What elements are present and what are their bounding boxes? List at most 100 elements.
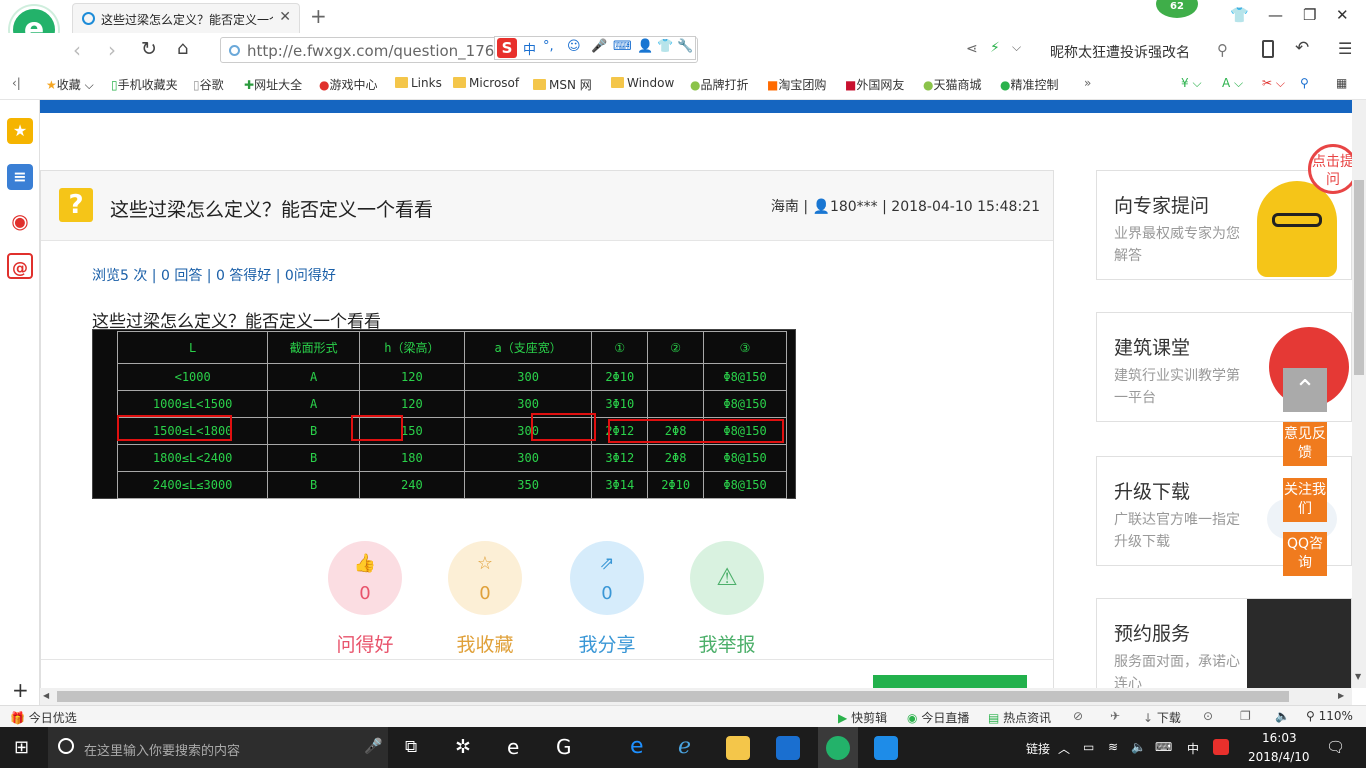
add-sidebar-icon[interactable]: + [12,678,29,702]
keyboard-icon[interactable]: ⌨ [1155,740,1172,754]
punct-icon[interactable]: °, [543,39,554,54]
sound-icon[interactable]: 🔈 [1275,709,1290,723]
status-item[interactable]: ▤ 热点资讯 [988,709,1051,726]
bookmark-item[interactable]: ●精准控制 [1000,76,1059,93]
bookmark-item[interactable]: Links [395,76,442,90]
bookmark-item[interactable]: ●游戏中心 [319,76,378,93]
window-icon[interactable]: ❐ [1240,709,1251,723]
file-explorer-icon[interactable] [726,736,750,760]
volume-icon[interactable]: 🔈 [1131,740,1146,754]
clock-date[interactable]: 2018/4/10 [1248,750,1310,764]
user-icon[interactable]: 👤 [637,39,653,54]
scroll-left-icon[interactable]: ◀ [43,691,49,700]
ask-expert-card[interactable]: 向专家提问 业界最权威专家为您解答 [1096,170,1352,280]
clock-time[interactable]: 16:03 [1262,731,1297,745]
zoom-level[interactable]: ⚲ 110% [1306,709,1353,723]
back-to-top-icon[interactable]: ⌃ [1283,368,1327,412]
pin-icon[interactable]: ✈ [1110,709,1120,723]
bookmark-item[interactable]: MSN 网 [533,76,592,93]
lightning-icon[interactable]: ⚡ [990,40,1000,56]
edge-icon[interactable]: e [630,734,644,759]
bookmark-item[interactable]: ●天猫商城 [923,76,982,93]
scissors-icon[interactable]: ✂ ⌵ [1262,76,1285,91]
answer-button[interactable] [873,675,1027,688]
back-icon[interactable]: ‹ [73,38,81,62]
horizontal-scrollbar[interactable]: ◀ ▶ [40,688,1352,705]
notification-badge[interactable]: 62 [1156,0,1198,18]
ime-indicator[interactable]: 中 [1187,740,1199,757]
notifications-icon[interactable]: 🗨 [1326,738,1345,756]
scroll-thumb[interactable] [1354,180,1364,375]
forward-icon[interactable]: › [108,38,116,62]
minimize-icon[interactable]: — [1268,6,1283,24]
follow-button[interactable]: 关注我们 [1283,478,1327,522]
bookmark-item[interactable]: Window [611,76,674,90]
list-icon[interactable]: ≡ [7,164,33,190]
status-item[interactable]: ▶ 快剪辑 [838,709,887,726]
task-view-icon[interactable]: ⧉ [405,737,417,757]
search-icon[interactable]: ⚲ [1217,41,1228,59]
emoji-icon[interactable]: ☺ [567,39,581,54]
favorite-button[interactable]: ☆ 0 [448,541,522,615]
report-button[interactable]: ⚠ [690,541,764,615]
internet-explorer-icon[interactable]: ℯ [678,734,691,759]
feedback-button[interactable]: 意见反馈 [1283,422,1327,466]
bookmark-item[interactable]: ■外国网友 [845,76,904,93]
360-browser-icon[interactable] [826,736,850,760]
home-icon[interactable]: ⌂ [177,38,188,59]
remote-app-icon[interactable] [874,736,898,760]
tray-link[interactable]: 链接 [1026,740,1050,757]
weibo-icon[interactable]: ◉ [7,208,33,234]
tab-close-icon[interactable]: ✕ [279,9,291,25]
bookmark-item[interactable]: Microsof [453,76,519,90]
skin-shirt-icon[interactable]: 👕 [657,39,673,54]
apps-icon[interactable]: ▦ [1336,76,1347,90]
ie-app-icon[interactable]: e [507,735,519,759]
maximize-icon[interactable]: ❐ [1303,6,1316,24]
bookmark-item[interactable]: ▯谷歌 [193,76,224,93]
mail-icon[interactable]: @ [7,253,33,279]
menu-icon[interactable]: ☰ [1338,39,1352,58]
search-engine-text[interactable]: 昵称太狂遭投诉强改名 [1050,42,1190,62]
zoom-icon[interactable]: ⚲ [1300,76,1309,90]
new-tab-icon[interactable]: + [310,4,327,28]
mic-icon[interactable]: 🎤 [364,737,383,755]
battery-icon[interactable]: ▭ [1083,740,1094,754]
action-label[interactable]: 我收藏 [435,630,535,657]
bookmark-item[interactable]: ✚网址大全 [244,76,302,93]
scroll-thumb[interactable] [57,691,1289,702]
browser-tab[interactable]: 这些过梁怎么定义？能否定义一个 ✕ [72,3,300,33]
windows-start-icon[interactable]: ⊞ [14,737,29,758]
refresh-icon[interactable]: ↻ [141,38,157,60]
clean-icon[interactable]: ⊙ [1203,709,1213,723]
good-question-button[interactable]: 👍 0 [328,541,402,615]
close-window-icon[interactable]: ✕ [1336,6,1349,24]
status-icon[interactable]: ⊘ [1073,709,1083,723]
mic-icon[interactable]: 🎤 [591,39,607,54]
favorites-star-icon[interactable]: ★ [7,118,33,144]
scroll-down-icon[interactable]: ▼ [1355,672,1361,681]
keyboard-icon[interactable]: ⌨ [613,39,632,54]
status-item[interactable]: ↓ 下载 [1143,709,1181,726]
undo-icon[interactable]: ↶ [1295,38,1309,58]
skin-icon[interactable]: 👕 [1230,6,1249,24]
translate-icon[interactable]: A ⌵ [1222,76,1243,91]
wifi-icon[interactable]: ≋ [1108,740,1118,754]
share-icon[interactable]: ⋖ [966,41,978,57]
appointment-card[interactable]: 预约服务 服务面对面，承诺心连心 [1096,598,1352,688]
bookmark-item[interactable]: ●品牌打折 [690,76,749,93]
status-item[interactable]: 🎁 今日优选 [10,709,77,726]
status-item[interactable]: ◉ 今日直播 [907,709,969,726]
share-button[interactable]: ⇗ 0 [570,541,644,615]
scroll-right-icon[interactable]: ▶ [1338,691,1344,700]
ask-bubble[interactable]: 点击提问 [1308,144,1352,194]
taskbar-search[interactable]: 在这里输入你要搜索的内容 🎤 [48,727,388,768]
bookmarks-collapse-icon[interactable]: ‹| [12,76,21,90]
action-label[interactable]: 问得好 [315,630,415,657]
action-label[interactable]: 我举报 [677,630,777,657]
ime-toolbar[interactable]: S 中 °, ☺ 🎤 ⌨ 👤 👕 🔧 [494,36,696,60]
vertical-scrollbar[interactable]: ▼ [1352,100,1366,688]
action-label[interactable]: 我分享 [557,630,657,657]
chevron-down-icon[interactable]: ⌵ [1012,40,1021,55]
bookmark-item[interactable]: ★收藏 ⌵ [46,76,94,93]
